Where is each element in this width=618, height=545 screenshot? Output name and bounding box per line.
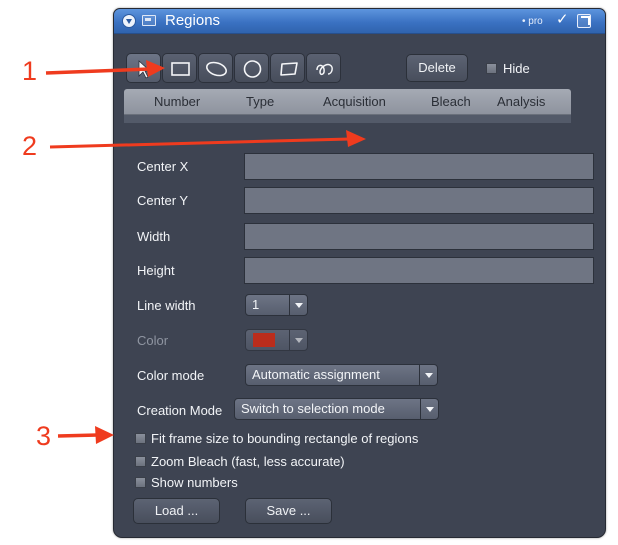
annotation-arrow-3 (57, 426, 114, 444)
annotation-arrow-2 (49, 130, 366, 149)
annotation-arrows (45, 60, 366, 444)
annotation-arrow-1 (45, 60, 165, 77)
